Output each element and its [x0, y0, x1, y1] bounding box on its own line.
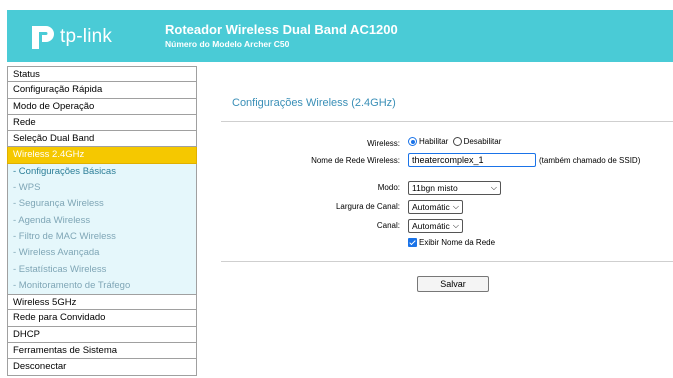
save-button[interactable]: Salvar: [417, 276, 489, 292]
channel-width-select[interactable]: Automátic ⌵: [408, 200, 463, 214]
sidebar-item-wireless-5[interactable]: Wireless 5GHz: [7, 294, 197, 311]
sidebar-item-logout[interactable]: Desconectar: [7, 359, 197, 376]
broadcast-row: Exibir Nome da Rede: [200, 238, 673, 256]
sidebar-item-guest-network[interactable]: Rede para Convidado: [7, 310, 197, 327]
sidebar-item-network[interactable]: Rede: [7, 114, 197, 132]
product-title: Roteador Wireless Dual Band AC1200: [165, 22, 398, 37]
page-title: Configurações Wireless (2.4GHz): [232, 97, 396, 109]
sidebar-subitem-basic-settings[interactable]: - Configurações Básicas: [7, 163, 197, 181]
channel-select-value: Automátic: [412, 221, 450, 231]
broadcast-control: Exibir Nome da Rede: [408, 238, 497, 248]
channel-row: Canal: Automátic ⌵: [200, 219, 673, 237]
tp-link-logo: tp-link: [30, 23, 140, 53]
sidebar-item-dhcp[interactable]: DHCP: [7, 326, 197, 344]
bottom-divider: [221, 261, 673, 262]
broadcast-ssid-label: Exibir Nome da Rede: [419, 238, 496, 248]
sidebar-item-quick-setup[interactable]: Configuração Rápida: [7, 82, 197, 99]
disable-radio-label: Desabilitar: [463, 137, 502, 147]
mode-row: Modo: 11bgn misto ⌵: [200, 181, 673, 199]
mode-control: 11bgn misto ⌵: [408, 181, 501, 195]
main-content: Configurações Wireless (2.4GHz) Wireless…: [200, 66, 673, 378]
chevron-down-icon: ⌵: [452, 202, 459, 211]
enable-radio[interactable]: [408, 137, 417, 147]
ssid-input[interactable]: theatercomplex_1: [408, 153, 536, 167]
channel-width-row: Largura de Canal: Automátic ⌵: [200, 200, 673, 218]
channel-control: Automátic ⌵: [408, 219, 463, 233]
sidebar-item-status[interactable]: Status: [7, 66, 197, 83]
sidebar-menu: Status Configuração Rápida Modo de Opera…: [7, 66, 197, 378]
logo-text: tp-link: [60, 26, 113, 47]
sidebar-item-system-tools[interactable]: Ferramentas de Sistema: [7, 343, 197, 360]
channel-width-label: Largura de Canal:: [335, 202, 400, 211]
sidebar-subitem-traffic-monitor[interactable]: - Monitoramento de Tráfego: [7, 277, 197, 295]
sidebar-item-operation-mode[interactable]: Modo de Operação: [7, 98, 197, 115]
header-banner: tp-link Roteador Wireless Dual Band AC12…: [7, 10, 673, 62]
sidebar-subitem-advanced[interactable]: - Wireless Avançada: [7, 245, 197, 262]
mode-select[interactable]: 11bgn misto ⌵: [408, 181, 501, 195]
model-number: Número do Modelo Archer C50: [165, 39, 290, 49]
sidebar-subitem-mac-filter[interactable]: - Filtro de MAC Wireless: [7, 228, 197, 246]
sidebar-subitem-wireless-security[interactable]: - Segurança Wireless: [7, 196, 197, 213]
sidebar-subitem-statistics[interactable]: - Estatísticas Wireless: [7, 261, 197, 278]
ssid-hint: (também chamado de SSID): [539, 155, 641, 165]
chevron-down-icon: ⌵: [452, 221, 459, 230]
enable-radio-label: Habilitar: [419, 137, 449, 147]
top-divider: [221, 121, 673, 122]
channel-width-control: Automátic ⌵: [408, 200, 463, 214]
channel-select[interactable]: Automátic ⌵: [408, 219, 463, 233]
mode-label: Modo:: [377, 183, 400, 192]
ssid-label: Nome de Rede Wireless:: [311, 156, 400, 165]
broadcast-ssid-checkbox[interactable]: [408, 238, 417, 248]
ssid-control: theatercomplex_1 (também chamado de SSID): [408, 153, 640, 167]
mode-select-value: 11bgn misto: [412, 183, 458, 193]
tp-link-logo-icon: [32, 26, 54, 49]
chevron-down-icon: ⌵: [490, 183, 497, 192]
sidebar-subitem-wps[interactable]: - WPS: [7, 180, 197, 197]
ssid-row: Nome de Rede Wireless: theatercomplex_1(…: [200, 153, 673, 171]
channel-label: Canal:: [376, 221, 400, 230]
sidebar-subitem-wireless-schedule[interactable]: - Agenda Wireless: [7, 212, 197, 229]
wireless-label: Wireless:: [367, 139, 400, 148]
sidebar-item-dual-band[interactable]: Seleção Dual Band: [7, 131, 197, 148]
channel-width-select-value: Automátic: [412, 202, 450, 212]
disable-radio[interactable]: [452, 137, 462, 147]
wireless-radio-group: Habilitar Desabilitar: [408, 137, 503, 147]
sidebar-item-wireless-24[interactable]: Wireless 2.4GHz: [7, 147, 197, 164]
